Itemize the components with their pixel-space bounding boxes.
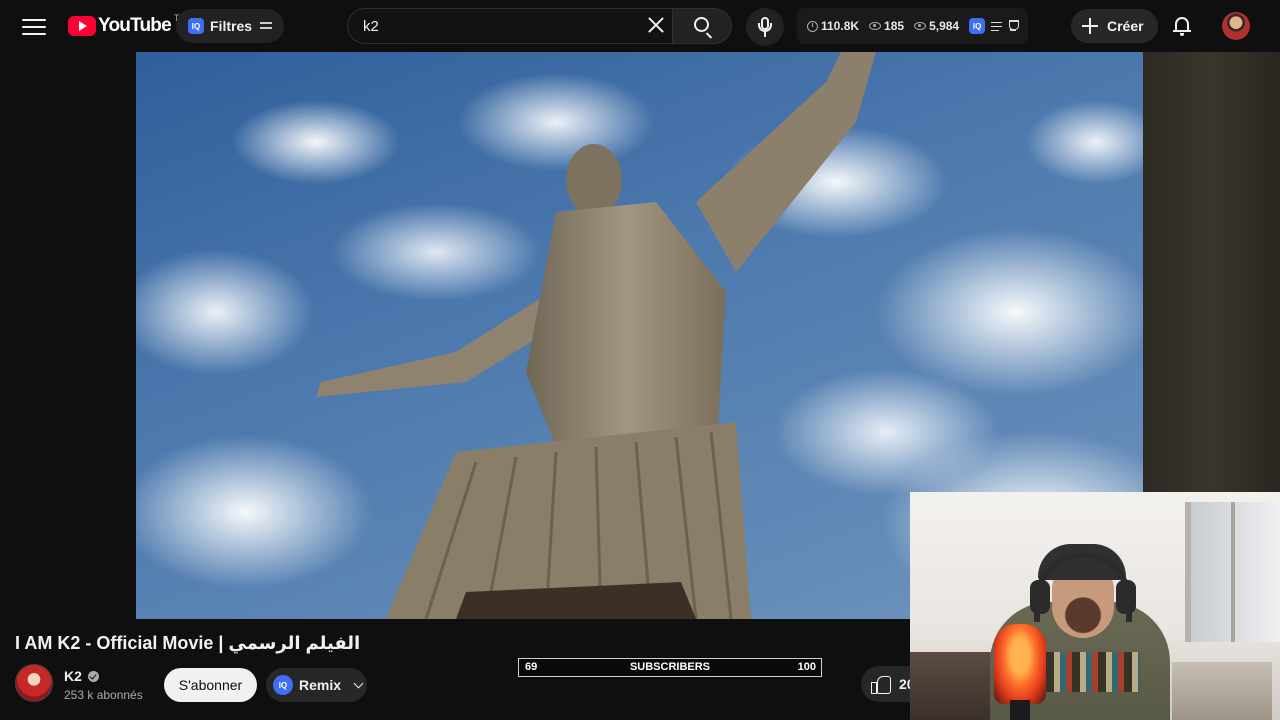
iq-icon: IQ xyxy=(188,18,204,34)
youtube-play-icon xyxy=(68,16,96,36)
list-icon[interactable] xyxy=(991,21,1003,31)
search-button[interactable] xyxy=(672,8,732,44)
iq-icon: IQ xyxy=(273,675,293,695)
account-avatar[interactable] xyxy=(1222,12,1250,40)
headphone-ear-right xyxy=(1116,580,1136,614)
microphone-icon-arc xyxy=(758,23,772,32)
webcam-microphone xyxy=(994,624,1046,704)
webcam-window xyxy=(1185,502,1280,642)
search-icon xyxy=(694,17,709,32)
create-label: Créer xyxy=(1107,18,1144,34)
plus-icon xyxy=(1081,17,1099,35)
menu-icon[interactable] xyxy=(22,16,46,36)
voice-search-button[interactable] xyxy=(746,8,784,46)
channel-stats-widget[interactable]: 110.8K 185 5,984 IQ xyxy=(797,8,1029,44)
subscriber-goal-target: 100 xyxy=(797,661,816,673)
webcam-overlay xyxy=(910,492,1280,720)
microphone-icon-stem xyxy=(764,32,766,37)
channel-name[interactable]: K2 xyxy=(64,668,82,684)
tune-icon xyxy=(260,21,273,31)
remix-button[interactable]: IQ Remix xyxy=(266,668,367,702)
notifications-bell-icon[interactable] xyxy=(1172,15,1192,37)
channel-avatar[interactable] xyxy=(15,664,53,702)
create-button[interactable]: Créer xyxy=(1071,9,1158,43)
chevron-down-icon xyxy=(353,678,364,688)
headphone-ear-left xyxy=(1030,580,1050,614)
subscriber-goal-label: SUBSCRIBERS xyxy=(629,661,711,673)
side-video-edge xyxy=(1143,52,1280,492)
thumbs-up-icon xyxy=(871,675,891,694)
channel-name-row[interactable]: K2 xyxy=(64,668,99,684)
eye-icon xyxy=(869,22,882,30)
verified-badge-icon xyxy=(87,670,99,682)
video-title: I AM K2 - Official Movie | الفيلم الرسمي xyxy=(15,633,361,653)
stat-watch-time: 110.8K xyxy=(821,19,860,33)
clear-search-icon[interactable] xyxy=(645,14,667,36)
stat-views: 185 xyxy=(884,19,905,33)
logo-text: YouTube xyxy=(98,15,172,36)
subscribe-button[interactable]: S'abonner xyxy=(164,668,257,702)
subscriber-goal-bar: 69 SUBSCRIBERS 100 xyxy=(518,658,822,677)
search-box xyxy=(347,8,673,44)
trophy-icon[interactable] xyxy=(1008,20,1020,32)
remix-label: Remix xyxy=(299,677,342,693)
filters-button[interactable]: IQ Filtres xyxy=(176,9,285,43)
iq-icon[interactable]: IQ xyxy=(969,18,986,34)
masthead: YouTube TN IQ Filtres 110.8K 185 5,984 I… xyxy=(0,0,1280,52)
webcam-mic-stand xyxy=(1010,700,1030,720)
channel-subscriber-count: 253 k abonnés xyxy=(64,688,143,702)
youtube-logo[interactable]: YouTube TN xyxy=(68,13,186,38)
clock-icon xyxy=(807,20,818,32)
filters-label: Filtres xyxy=(210,18,253,34)
eye-icon xyxy=(914,22,927,30)
webcam-boxes xyxy=(1172,662,1272,720)
search-input[interactable] xyxy=(348,9,628,43)
stat-total-views: 5,984 xyxy=(929,19,960,33)
